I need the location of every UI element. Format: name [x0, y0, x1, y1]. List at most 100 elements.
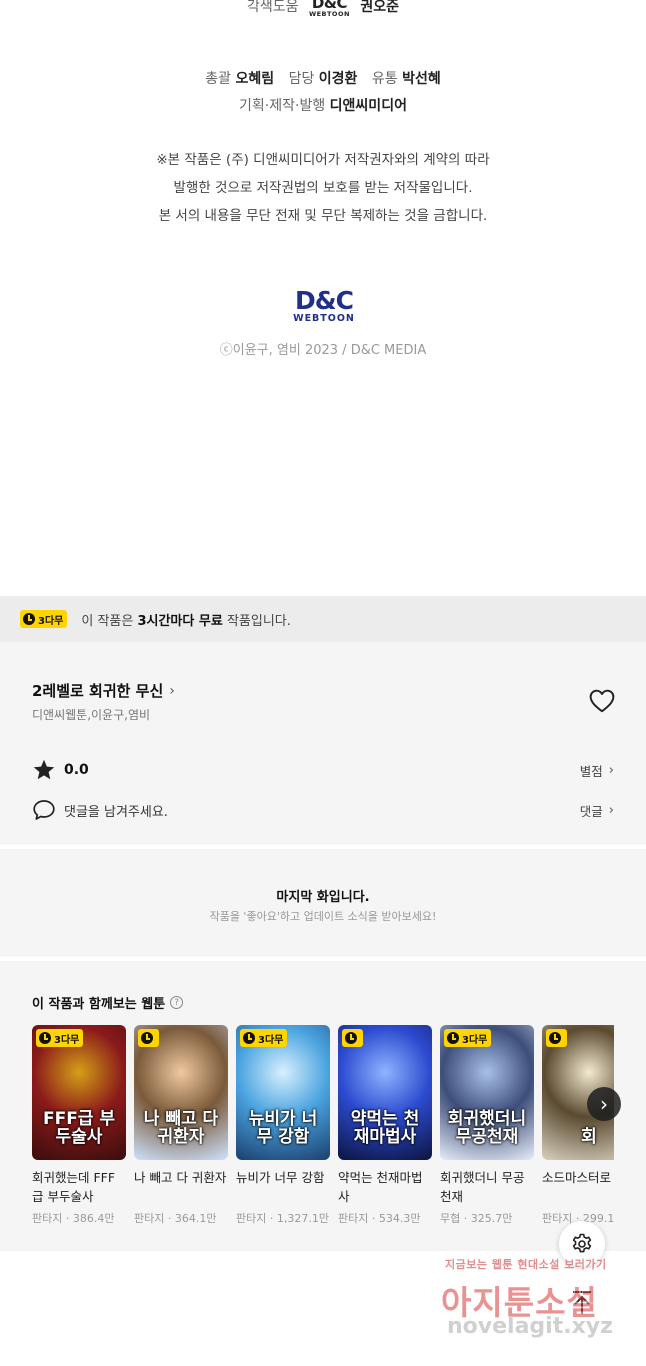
recommendation-card[interactable]: 3다무 FFF급 부두술사 회귀했는데 FFF급 부두술사 판타지 · 386.… — [32, 1025, 126, 1226]
meta-separator: · — [266, 1212, 277, 1225]
watermark-tagline: 지금보는 웹툰 현대소설 보러가기 — [445, 1258, 607, 1271]
wait-free-badge — [342, 1029, 363, 1047]
next-arrow-button[interactable]: › — [587, 1087, 621, 1121]
view-count: 1,327.1만 — [276, 1212, 329, 1225]
meta-separator: · — [62, 1212, 73, 1225]
recommendation-meta: 판타지 · 364.1만 — [134, 1210, 228, 1226]
help-icon[interactable]: ? — [170, 996, 184, 1009]
wait-free-badge: 3다무 — [444, 1029, 492, 1047]
comment-row[interactable]: 댓글을 남겨주세요. 댓글 › — [32, 798, 614, 822]
distribution-name: 박선혜 — [402, 71, 441, 87]
clock-icon — [549, 1032, 561, 1044]
genre: 판타지 — [542, 1212, 573, 1225]
free-banner-text: 이 작품은 3시간마다 무료 작품입니다. — [81, 610, 291, 629]
chevron-right-icon: › — [600, 1092, 608, 1116]
site-watermark: 지금보는 웹툰 현대소설 보러가기 아지툰소설 novelagit.xyz — [441, 1256, 631, 1346]
thumbnail: 약먹는 천재마법사 — [338, 1025, 432, 1160]
recommendation-card[interactable]: 3다무 회귀했더니 무공천재 회귀했더니 무공천재 무협 · 325.7만 — [440, 1025, 534, 1226]
wait-free-badge — [546, 1029, 567, 1047]
notice-line: 발행한 것으로 저작권법의 보호를 받는 저작물입니다. — [173, 180, 473, 196]
publisher-label: 기획·제작·발행 — [239, 98, 326, 114]
staff-credit: 총괄 오혜림 담당 이경환 유통 박선혜 — [0, 68, 646, 88]
distribution-label: 유통 — [371, 71, 398, 87]
series-authors: 디앤씨웹툰,이윤구,염비 — [32, 708, 151, 722]
publisher-credit: 기획·제작·발행 디앤씨미디어 — [0, 95, 646, 115]
recommendation-card[interactable]: 약먹는 천재마법사 약먹는 천재마법사 판타지 · 534.3만 — [338, 1025, 432, 1226]
coloring-name: 권오준 — [360, 0, 400, 15]
recommendations-heading: 이 작품과 함께보는 웹툰 ? — [32, 993, 184, 1012]
genre: 판타지 — [236, 1212, 267, 1225]
free-text-suffix: 작품입니다. — [222, 613, 291, 629]
recommendation-meta: 판타지 · 1,327.1만 — [236, 1210, 330, 1226]
free-text-prefix: 이 작품은 — [81, 613, 138, 629]
thumbnail: 나 빼고 다 귀환자 — [134, 1025, 228, 1160]
editor-label: 담당 — [288, 71, 315, 87]
last-episode-subtitle: 작품을 '좋아요'하고 업데이트 소식을 받아보세요! — [209, 910, 437, 923]
cover-caption: 회 — [581, 1127, 597, 1147]
recommendations-title: 이 작품과 함께보는 웹툰 — [32, 997, 166, 1012]
notice-line: ※본 작품은 (주) 디앤씨미디어가 저작권자와의 계약의 따라 — [156, 152, 490, 168]
thumbnail: 3다무 FFF급 부두술사 — [32, 1025, 126, 1160]
rate-link-label: 별점 — [579, 763, 603, 779]
notice-line: 본 서의 내용을 무단 전재 및 무단 복제하는 것을 금합니다. — [158, 208, 488, 224]
recommendation-meta: 판타지 · 386.4만 — [32, 1210, 126, 1226]
rating-row: 0.0 별점 › — [32, 758, 614, 782]
producer-name: 오혜림 — [235, 71, 275, 87]
recommendation-title: 나 빼고 다 귀환자 — [134, 1170, 227, 1185]
chevron-right-icon: › — [608, 762, 614, 778]
thumbnail: 3다무 뉴비가 너무 강함 — [236, 1025, 330, 1160]
recommendation-card[interactable]: 회 소드마스터로 귀 판타지 · 299.1만 — [542, 1025, 614, 1226]
recommendation-meta: 판타지 · 534.3만 — [338, 1210, 432, 1226]
free-text-bold: 3시간마다 무료 — [137, 613, 223, 629]
meta-separator: · — [164, 1212, 175, 1225]
cover-caption: 회귀했더니 무공천재 — [447, 1109, 527, 1147]
chevron-right-icon: › — [608, 802, 614, 818]
comment-placeholder: 댓글을 남겨주세요. — [64, 804, 168, 820]
recommendation-list: 3다무 FFF급 부두술사 회귀했는데 FFF급 부두술사 판타지 · 386.… — [32, 1025, 614, 1235]
view-count: 325.7만 — [470, 1212, 513, 1225]
like-heart-icon[interactable] — [589, 689, 615, 713]
recommendation-title: 회귀했더니 무공천재 — [440, 1170, 525, 1204]
clock-icon — [243, 1032, 255, 1044]
clock-icon — [447, 1032, 459, 1044]
recommendations-panel: 이 작품과 함께보는 웹툰 ? 3다무 FFF급 부두술사 회귀했는데 FFF급… — [0, 961, 646, 1251]
series-title: 2레벨로 회귀한 무신 — [32, 682, 164, 700]
view-count: 386.4만 — [72, 1212, 115, 1225]
recommendation-meta: 무협 · 325.7만 — [440, 1210, 534, 1226]
view-count: 534.3만 — [378, 1212, 421, 1225]
producer-label: 총괄 — [205, 71, 232, 87]
recommendation-title: 회귀했는데 FFF급 부두술사 — [32, 1170, 116, 1204]
meta-separator: · — [460, 1212, 471, 1225]
editor-name: 이경환 — [318, 71, 358, 87]
recommendation-title: 약먹는 천재마법사 — [338, 1170, 423, 1204]
star-icon — [33, 759, 55, 780]
clock-icon — [141, 1032, 153, 1044]
recommendation-card[interactable]: 나 빼고 다 귀환자 나 빼고 다 귀환자 판타지 · 364.1만 — [134, 1025, 228, 1226]
genre: 무협 — [440, 1212, 461, 1225]
comments-link-label: 댓글 — [579, 803, 603, 819]
comments-link[interactable]: 댓글 › — [580, 801, 614, 820]
coloring-credit: 각색도움 D&C WEBTOON 권오준 — [0, 0, 646, 18]
rate-link[interactable]: 별점 › — [580, 761, 614, 780]
badge-label: 3다무 — [258, 1034, 284, 1046]
meta-separator: · — [368, 1212, 379, 1225]
clock-icon — [345, 1032, 357, 1044]
dc-webtoon-inline-logo: D&C WEBTOON — [309, 0, 350, 18]
genre: 판타지 — [338, 1212, 369, 1225]
series-title-link[interactable]: 2레벨로 회귀한 무신 › — [32, 680, 175, 701]
recommendation-card[interactable]: 3다무 뉴비가 너무 강함 뉴비가 너무 강함 판타지 · 1,327.1만 — [236, 1025, 330, 1226]
wait-free-badge: 3다무 — [20, 610, 68, 628]
dc-webtoon-logo: D&C WEBTOON — [288, 288, 360, 324]
gear-icon — [572, 1233, 592, 1253]
thumbnail: 3다무 회귀했더니 무공천재 — [440, 1025, 534, 1160]
wait-free-badge: 3다무 — [240, 1029, 288, 1047]
rating-value: 0.0 — [64, 762, 89, 778]
cover-caption: 뉴비가 너무 강함 — [248, 1109, 318, 1147]
cover-caption: 나 빼고 다 귀환자 — [143, 1109, 219, 1147]
watermark-url: novelagit.xyz — [447, 1314, 613, 1339]
dc-logo-bottom: WEBTOON — [293, 313, 355, 324]
badge-label: 3다무 — [54, 1034, 80, 1046]
cover-caption: 약먹는 천재마법사 — [350, 1109, 420, 1147]
series-info-panel: 2레벨로 회귀한 무신 › 디앤씨웹툰,이윤구,염비 0.0 별점 › 댓글을 … — [0, 642, 646, 845]
badge-label: 3다무 — [38, 615, 64, 627]
